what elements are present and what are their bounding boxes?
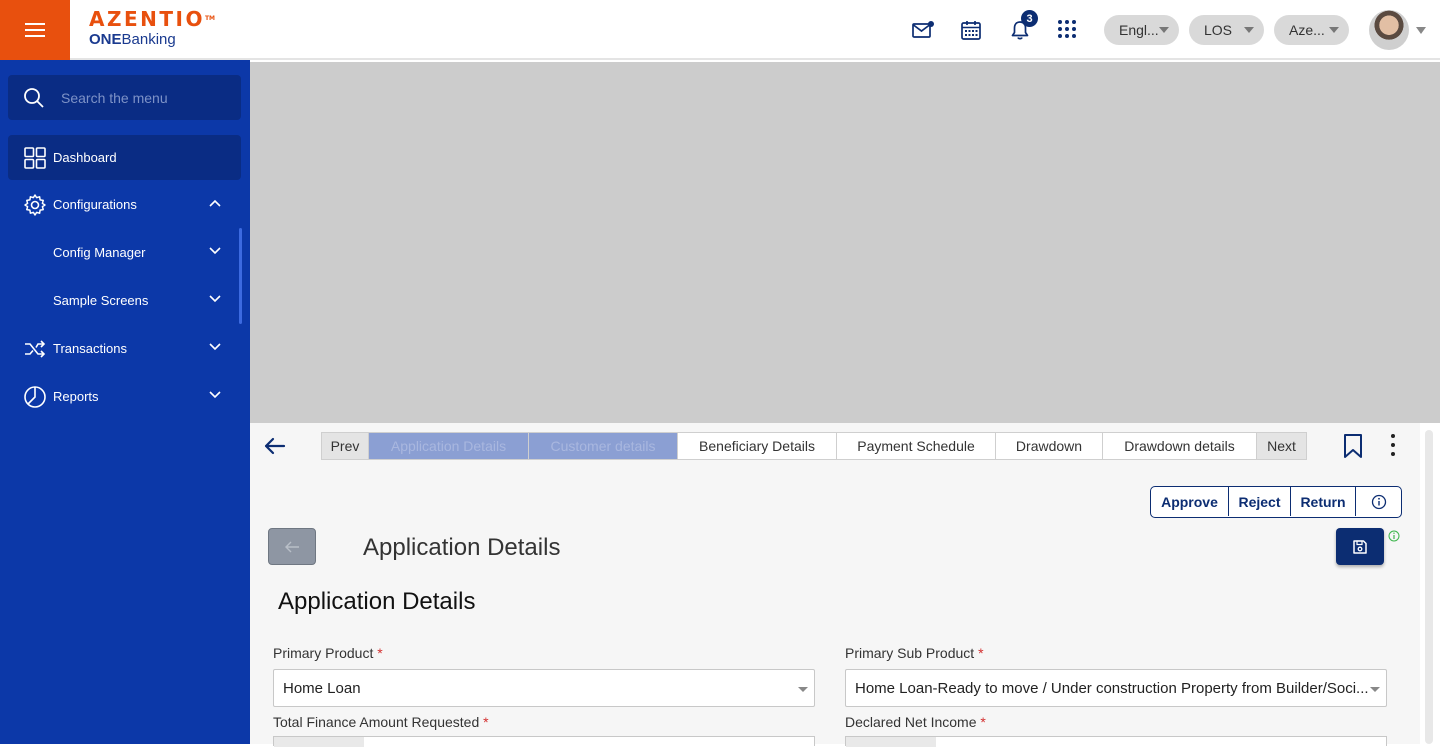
label-text: Total Finance Amount Requested [273, 714, 480, 730]
apps-grid-icon[interactable] [1056, 18, 1080, 42]
approve-button[interactable]: Approve [1151, 487, 1229, 516]
form-back-button[interactable] [268, 528, 316, 565]
tab-drawdown[interactable]: Drawdown [996, 433, 1103, 459]
entity-select[interactable]: Aze... [1274, 15, 1349, 45]
sidebar-item-transactions[interactable]: Transactions [8, 326, 241, 371]
required-mark: * [980, 714, 986, 730]
logo: AZENTIOTM ONEBanking [89, 8, 215, 49]
label-text: Declared Net Income [845, 714, 977, 730]
primary-sub-product-select[interactable]: Home Loan-Ready to move / Under construc… [845, 669, 1387, 707]
more-options-icon[interactable] [1391, 434, 1395, 461]
sidebar-item-label: Reports [53, 389, 99, 404]
tab-beneficiary-details[interactable]: Beneficiary Details [678, 433, 837, 459]
sidebar: Dashboard Configurations Config Manager … [0, 60, 250, 744]
sidebar-item-configurations[interactable]: Configurations [8, 182, 241, 227]
primary-sub-product-label: Primary Sub Product * [845, 645, 984, 661]
primary-product-select[interactable]: Home Loan [273, 669, 815, 707]
chevron-up-icon [209, 199, 221, 207]
user-menu-chevron-icon[interactable] [1416, 27, 1426, 34]
select-value: Home Loan-Ready to move / Under construc… [855, 679, 1369, 697]
sidebar-scrollbar[interactable] [239, 228, 242, 324]
sidebar-item-reports[interactable]: Reports [8, 374, 241, 419]
chevron-down-icon [1159, 27, 1169, 33]
chevron-down-icon [209, 295, 221, 303]
top-bar: AZENTIOTM ONEBanking 3 Engl... LOS Aze..… [0, 0, 1440, 60]
mail-icon[interactable] [911, 18, 935, 42]
logo-trademark: TM [204, 15, 216, 22]
dashboard-icon [24, 147, 46, 169]
reject-button[interactable]: Reject [1229, 487, 1291, 516]
info-icon [1371, 494, 1386, 509]
tab-payment-schedule[interactable]: Payment Schedule [837, 433, 996, 459]
primary-product-label: Primary Product * [273, 645, 383, 661]
tab-application-details[interactable]: Application Details [369, 433, 529, 459]
sidebar-item-label: Configurations [53, 197, 137, 212]
sidebar-item-label: Config Manager [53, 245, 146, 260]
save-icon [1353, 539, 1367, 554]
required-mark: * [377, 645, 383, 661]
sidebar-item-label: Sample Screens [53, 293, 149, 308]
search-icon [24, 87, 44, 108]
tab-next-button[interactable]: Next [1257, 433, 1306, 459]
label-text: Primary Product [273, 645, 374, 661]
sidebar-item-config-manager[interactable]: Config Manager [8, 230, 241, 275]
tab-prev-button[interactable]: Prev [322, 433, 369, 459]
section-title: Application Details [278, 588, 476, 615]
section-tabs: Prev Application Details Customer detail… [321, 432, 1307, 460]
chevron-down-icon [209, 391, 221, 399]
main-scrollbar[interactable] [1425, 430, 1433, 744]
bell-button[interactable]: 3 [1008, 10, 1038, 42]
page-title: Application Details [363, 534, 561, 561]
gear-icon [24, 194, 46, 216]
menu-search [8, 75, 241, 120]
return-button[interactable]: Return [1291, 487, 1356, 516]
tab-customer-details[interactable]: Customer details [529, 433, 678, 459]
arrow-left-icon [285, 541, 299, 552]
module-value: LOS [1204, 22, 1233, 38]
content-placeholder [250, 62, 1440, 423]
pie-chart-icon [24, 386, 46, 408]
tab-drawdown-details[interactable]: Drawdown details [1103, 433, 1257, 459]
required-mark: * [978, 645, 984, 661]
entity-value: Aze... [1289, 22, 1325, 38]
total-finance-input[interactable] [273, 736, 815, 747]
notification-badge: 3 [1021, 10, 1038, 27]
language-value: Engl... [1119, 22, 1159, 38]
required-mark: * [483, 714, 489, 730]
chevron-down-icon [209, 247, 221, 255]
workflow-actions: Approve Reject Return [1150, 486, 1402, 518]
bookmark-icon[interactable] [1343, 433, 1363, 459]
label-text: Primary Sub Product [845, 645, 975, 661]
declared-income-input[interactable] [845, 736, 1387, 747]
back-arrow-icon[interactable] [263, 434, 287, 458]
info-button[interactable] [1356, 487, 1401, 516]
menu-button[interactable] [0, 0, 70, 60]
search-input[interactable] [61, 89, 221, 106]
logo-sub-rest: Banking [121, 31, 176, 48]
avatar[interactable] [1369, 10, 1409, 50]
chevron-down-icon [1244, 27, 1254, 33]
declared-income-label: Declared Net Income * [845, 714, 986, 730]
total-finance-label: Total Finance Amount Requested * [273, 714, 489, 730]
language-select[interactable]: Engl... [1104, 15, 1179, 45]
sidebar-item-label: Transactions [53, 341, 127, 356]
select-value: Home Loan [283, 679, 361, 697]
logo-sub-bold: ONE [89, 31, 122, 48]
module-select[interactable]: LOS [1189, 15, 1264, 45]
chevron-down-icon [209, 343, 221, 351]
logo-main: AZENTIO [89, 7, 205, 31]
status-info-icon[interactable] [1388, 530, 1400, 542]
chevron-down-icon [1329, 27, 1339, 33]
calendar-icon[interactable] [959, 18, 983, 42]
save-button[interactable] [1336, 528, 1384, 565]
menu-icon [25, 21, 45, 39]
sidebar-item-sample-screens[interactable]: Sample Screens [8, 278, 241, 323]
sidebar-item-dashboard[interactable]: Dashboard [8, 135, 241, 180]
chevron-down-icon [798, 687, 808, 692]
chevron-down-icon [1370, 687, 1380, 692]
shuffle-icon [25, 340, 46, 358]
sidebar-item-label: Dashboard [53, 150, 117, 165]
